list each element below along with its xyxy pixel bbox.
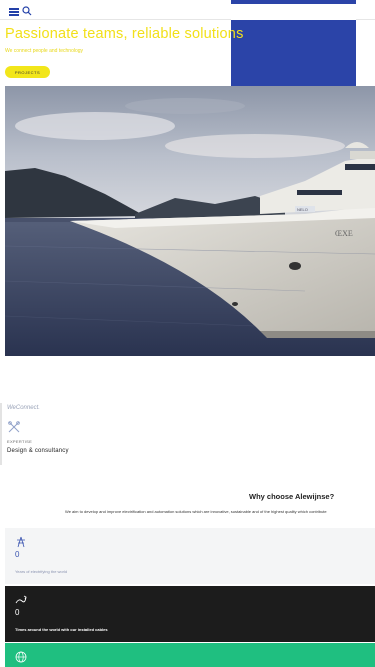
crossed-tools-icon bbox=[8, 421, 20, 433]
why-title: Why choose Alewijnse? bbox=[249, 492, 335, 501]
power-pylon-icon bbox=[17, 536, 25, 548]
weconnect-section: WeConnect. EXPERTISE Design & consultanc… bbox=[0, 403, 375, 465]
brand-color-block bbox=[231, 0, 356, 87]
expertise-label: EXPERTISE bbox=[7, 439, 33, 444]
why-description: We aim to develop and improve electrific… bbox=[65, 509, 327, 514]
weconnect-label: WeConnect. bbox=[7, 405, 40, 411]
cable-icon bbox=[15, 595, 27, 604]
stat-card-cables: 0 Times around the world with our instal… bbox=[5, 586, 375, 642]
stat-value: 0 bbox=[15, 550, 20, 559]
hamburger-menu-icon[interactable] bbox=[9, 8, 19, 16]
projects-button[interactable]: PROJECTS bbox=[5, 66, 50, 78]
svg-text:NELO: NELO bbox=[297, 207, 308, 212]
stat-value: 0 bbox=[15, 608, 20, 617]
stat-card-years: 0 Years of electrifying the world bbox=[5, 528, 375, 584]
expertise-value-link[interactable]: Design & consultancy bbox=[7, 448, 69, 454]
svg-text:ŒXE: ŒXE bbox=[335, 229, 353, 238]
globe-icon bbox=[15, 651, 27, 663]
hero-image: NELO ŒXE bbox=[5, 86, 375, 356]
stat-caption: Times around the world with our installe… bbox=[15, 627, 108, 632]
stat-card-globe bbox=[5, 643, 375, 667]
hero-title: Passionate teams, reliable solutions bbox=[5, 26, 244, 42]
hero-subtitle: We connect people and technology bbox=[5, 48, 84, 54]
search-icon[interactable] bbox=[22, 6, 32, 16]
stat-caption: Years of electrifying the world bbox=[15, 569, 68, 574]
